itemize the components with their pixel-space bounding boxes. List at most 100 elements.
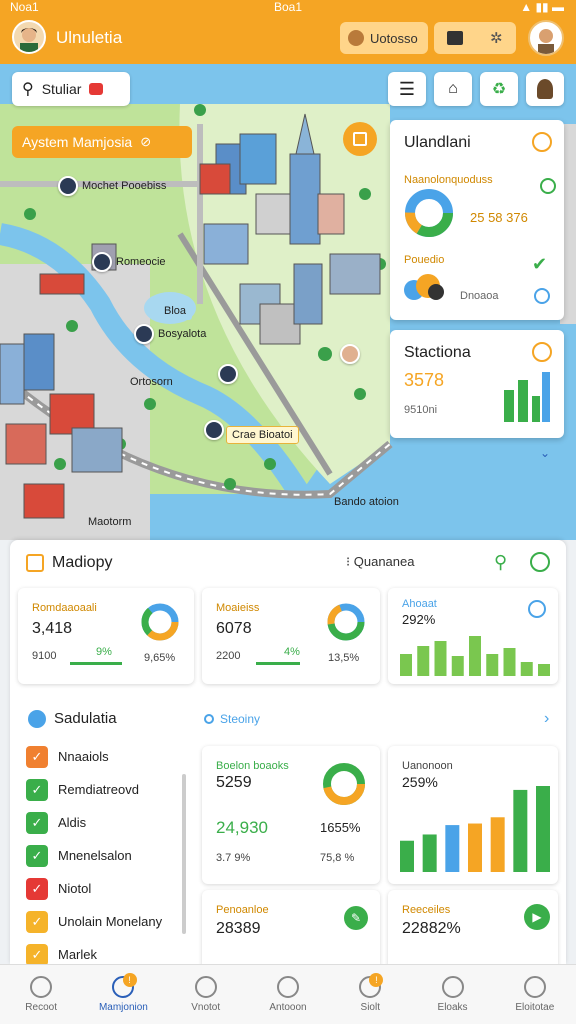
app-avatar[interactable]	[12, 20, 46, 54]
nav-item[interactable]: Vnotot	[165, 965, 247, 1024]
cloud-icon	[404, 274, 444, 300]
list-item[interactable]: ✓ Aldis	[26, 806, 186, 839]
list-item-label: Mnenelsalon	[58, 848, 132, 863]
checkbox-icon[interactable]: ✓	[26, 778, 48, 801]
nav-item[interactable]: Antooon	[247, 965, 329, 1024]
list-item-label: Aldis	[58, 815, 87, 830]
nav-item[interactable]: Eloaks	[411, 965, 493, 1024]
pencil-icon[interactable]: ✎	[344, 906, 368, 930]
checkbox-icon[interactable]: ✓	[26, 877, 48, 900]
map-pin[interactable]: Bosyalota	[134, 324, 206, 344]
list-item[interactable]: ✓ Nnaaiols	[26, 740, 186, 773]
nav-label: Eloaks	[437, 1002, 468, 1013]
nav-icon	[523, 976, 546, 998]
settings-icon[interactable]: ✲	[490, 29, 503, 47]
filter-dropdown[interactable]: ⁝ Quananea	[346, 554, 414, 570]
list-item[interactable]: ✓ Unolain Monelany	[26, 905, 186, 938]
list-item[interactable]: ✓ Remdiatreovd	[26, 773, 186, 806]
checkbox-icon[interactable]: ✓	[26, 844, 48, 867]
metric-foot-right: 75,8 %	[320, 852, 355, 864]
pin-icon	[58, 176, 78, 196]
section-link[interactable]: Steoiny	[204, 712, 260, 726]
edit-icon[interactable]	[532, 132, 552, 152]
layers-button[interactable]: ⌂	[434, 72, 472, 106]
list-item[interactable]: ✓ Mnenelsalon	[26, 839, 186, 872]
menu-icon: ☰	[398, 78, 416, 99]
map-search[interactable]: ⚲ Stuliar	[12, 72, 130, 106]
nav-item[interactable]: Recoot	[0, 965, 82, 1024]
pin-icon	[134, 324, 154, 344]
menu-button[interactable]: ☰	[388, 72, 426, 106]
stat-left: 2200	[216, 650, 241, 662]
map-marker-icon[interactable]	[204, 420, 224, 440]
search-icon[interactable]: ⚲	[494, 552, 507, 573]
play-icon[interactable]: ▶	[524, 904, 550, 930]
list-item[interactable]: ✓ Marlek	[26, 938, 186, 964]
notification-badge: !	[369, 973, 384, 987]
bar	[445, 825, 460, 872]
app-header: Noa1 Boa1 ▲ ▮▮ ▬ Ulnuletia Uotosso ✲	[0, 0, 576, 64]
checkbox-icon[interactable]: ✓	[26, 745, 48, 768]
check-circle-icon[interactable]	[530, 552, 550, 572]
stats-card[interactable]: Stactiona 3578 9510ni	[390, 330, 564, 438]
card-toggle-button[interactable]	[343, 122, 377, 156]
metric-card[interactable]: Boelon boaoks 5259 24,930 1655% 3.7 9% 7…	[202, 746, 380, 884]
mini-label: Penoanloe	[216, 904, 269, 916]
section-label: Pouedio	[404, 254, 445, 266]
grid-icon	[26, 554, 44, 572]
city-map[interactable]: ⚲ Stuliar ☰ ⌂ ♻ Aystem Mamjosia ⊘ Mochet…	[0, 64, 576, 540]
map-pin[interactable]: Maotorm	[88, 516, 131, 528]
stat-card[interactable]: Moaieiss 6078 2200 4% 13,5%	[202, 588, 380, 684]
list-scrollbar[interactable]	[182, 774, 186, 934]
nav-item[interactable]: Eloitotae	[494, 965, 576, 1024]
mini-card[interactable]: Reeceiles 22882% ▶	[388, 890, 558, 964]
map-chip: Crae Bioatoi	[226, 426, 299, 444]
stat-chip: 4%	[284, 646, 300, 658]
nav-icon	[30, 976, 53, 998]
status-time: Noa1	[10, 0, 39, 14]
nav-icon	[441, 976, 464, 998]
list-item-label: Niotol	[58, 881, 92, 896]
recycle-button[interactable]: ♻	[480, 72, 518, 106]
nav-label: Eloitotae	[515, 1002, 555, 1013]
stat-card[interactable]: Ahoaat 292%	[388, 588, 558, 684]
checkbox-icon[interactable]: ✓	[26, 910, 48, 933]
map-pin[interactable]: Romeocie	[92, 252, 166, 272]
bar	[513, 789, 528, 872]
system-chip[interactable]: Aystem Mamjosia ⊘	[12, 126, 192, 158]
overview-card[interactable]: Ulandlani Naanolonquoduss 25 58 376 Poue…	[390, 120, 564, 320]
stat-value: 6078	[216, 620, 252, 637]
stat-value: 3,418	[32, 620, 73, 637]
map-marker-icon[interactable]	[218, 364, 238, 384]
map-pin[interactable]: Ortosorn	[130, 376, 173, 388]
checkbox-icon[interactable]: ✓	[26, 811, 48, 834]
avatar-button[interactable]	[526, 72, 564, 106]
task-list: ✓ Nnaaiols ✓ Remdiatreovd ✓ Aldis ✓ Mnenelsalon…	[26, 740, 186, 964]
chevron-right-icon[interactable]: ›	[544, 710, 549, 728]
edit-icon[interactable]	[532, 342, 552, 362]
checkbox-icon[interactable]: ✓	[26, 943, 48, 964]
inbox-icon[interactable]	[447, 31, 464, 45]
user-label: Uotosso	[370, 30, 418, 46]
chevron-down-icon[interactable]: ⌄	[540, 446, 550, 460]
bar	[520, 662, 533, 676]
list-item-label: Unolain Monelany	[58, 914, 163, 929]
info-icon	[28, 710, 46, 728]
nav-item[interactable]: Mamjonion!	[82, 965, 164, 1024]
list-item[interactable]: ✓ Niotol	[26, 872, 186, 905]
map-pin[interactable]: Mochet Pooebiss	[58, 176, 166, 196]
profile-button[interactable]	[528, 20, 564, 56]
user-menu-button[interactable]: Uotosso	[340, 22, 428, 54]
metric-card[interactable]: Uanonoon 259%	[388, 746, 558, 884]
nav-item[interactable]: Siolt!	[329, 965, 411, 1024]
map-pin[interactable]: Bando atoion	[334, 496, 399, 508]
list-item-label: Remdiatreovd	[58, 782, 139, 797]
mini-card[interactable]: Penoanloe 28389 ✎	[202, 890, 380, 964]
map-marker-icon[interactable]	[340, 344, 360, 364]
stat-card[interactable]: Romdaaoaali 3,418 9100 9% 9,65%	[18, 588, 194, 684]
chevron-down-icon[interactable]	[528, 600, 546, 618]
circle-icon	[204, 714, 214, 724]
bar	[422, 834, 437, 872]
section-label: Naanolonquoduss	[404, 174, 493, 186]
donut-chart	[141, 603, 179, 641]
